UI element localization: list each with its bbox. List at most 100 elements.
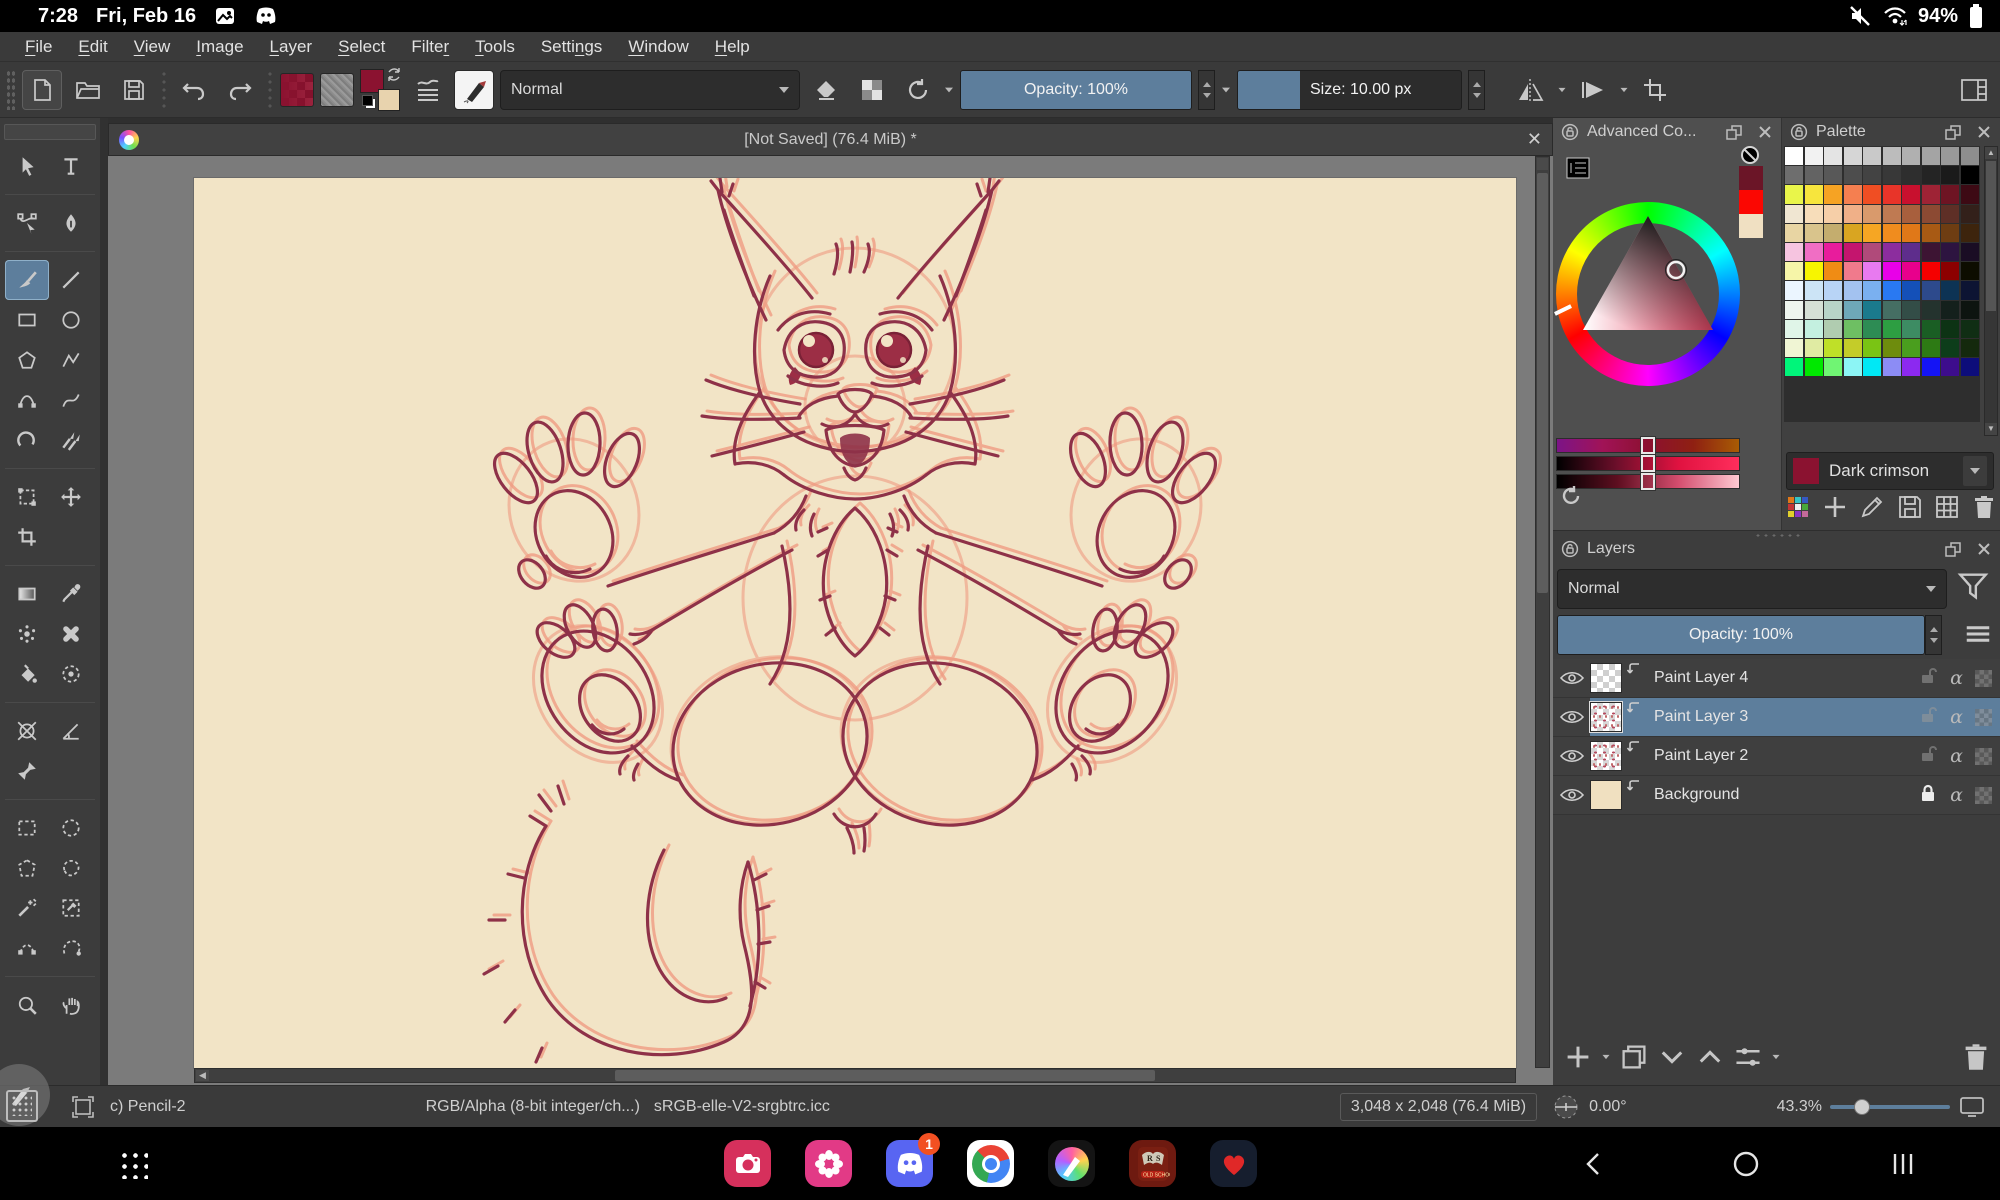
- toolbar-drag-handle[interactable]: [6, 70, 16, 110]
- close-docker-icon[interactable]: [1976, 124, 1992, 140]
- nav-recents-button[interactable]: [1886, 1147, 1920, 1181]
- tool-assistants[interactable]: [5, 711, 49, 751]
- document-titlebar[interactable]: [Not Saved] (76.4 MiB) * ✕: [108, 123, 1553, 156]
- palette-swatch[interactable]: [1863, 185, 1881, 203]
- nav-home-button[interactable]: [1729, 1147, 1763, 1181]
- duplicate-layer-icon[interactable]: [1619, 1042, 1649, 1072]
- mirror-horizontal-button[interactable]: [1511, 70, 1551, 110]
- chevron-down-icon[interactable]: [1603, 1055, 1610, 1059]
- palette-swatch[interactable]: [1902, 262, 1920, 280]
- palette-swatch[interactable]: [1863, 147, 1881, 165]
- layer-visibility-toggle[interactable]: [1553, 747, 1590, 765]
- palette-swatch[interactable]: [1883, 243, 1901, 261]
- color-wheel[interactable]: [1556, 202, 1740, 386]
- palette-swatch[interactable]: [1785, 205, 1803, 223]
- palette-swatch[interactable]: [1805, 243, 1823, 261]
- menu-filter[interactable]: Filter: [398, 37, 462, 57]
- palette-swatch[interactable]: [1785, 243, 1803, 261]
- delete-layer-icon[interactable]: [1962, 1042, 1990, 1072]
- pattern-chooser[interactable]: [320, 73, 354, 107]
- palette-swatch[interactable]: [1902, 301, 1920, 319]
- close-docker-icon[interactable]: [1757, 124, 1773, 140]
- color-mode[interactable]: RGB/Alpha (8-bit integer/ch...): [426, 1098, 640, 1116]
- palette-swatch[interactable]: [1941, 320, 1959, 338]
- brush-preset-button[interactable]: [454, 70, 494, 110]
- no-color-icon[interactable]: [1739, 144, 1761, 166]
- palette-swatch[interactable]: [1863, 301, 1881, 319]
- brush-size-slider[interactable]: Size: 10.00 px: [1237, 70, 1462, 110]
- palette-swatch[interactable]: [1941, 205, 1959, 223]
- palette-swatch[interactable]: [1805, 320, 1823, 338]
- shade-selector-strips[interactable]: [1556, 438, 1740, 492]
- palette-swatch[interactable]: [1805, 205, 1823, 223]
- layer-properties-icon[interactable]: [1733, 1042, 1763, 1072]
- color-profile[interactable]: sRGB-elle-V2-srgbtrc.icc: [654, 1098, 830, 1116]
- toolbox-drag-header[interactable]: [4, 124, 96, 140]
- palette-swatch[interactable]: [1961, 339, 1979, 357]
- tool-bezier-curve[interactable]: [5, 380, 49, 420]
- menu-tools[interactable]: Tools: [462, 37, 528, 57]
- opacity-slider[interactable]: Opacity: 100%: [960, 70, 1192, 110]
- chevron-down-icon[interactable]: [1773, 1055, 1780, 1059]
- float-docker-icon[interactable]: [1944, 540, 1962, 558]
- palette-swatch[interactable]: [1824, 339, 1842, 357]
- size-spinner[interactable]: [1468, 70, 1485, 110]
- tool-reference-images[interactable]: [5, 751, 49, 791]
- palette-swatch[interactable]: [1922, 320, 1940, 338]
- palette-swatch[interactable]: [1902, 281, 1920, 299]
- app-gallery[interactable]: [805, 1140, 852, 1187]
- float-docker-icon[interactable]: [1725, 123, 1743, 141]
- shade-strip[interactable]: [1556, 456, 1740, 471]
- palette-swatch[interactable]: [1922, 205, 1940, 223]
- tool-pan[interactable]: [49, 985, 93, 1025]
- palette-swatch[interactable]: [1805, 262, 1823, 280]
- palette-swatch[interactable]: [1824, 281, 1842, 299]
- palette-swatch[interactable]: [1922, 147, 1940, 165]
- tool-freehand-path[interactable]: [49, 380, 93, 420]
- selector-settings-icon[interactable]: [1565, 156, 1591, 180]
- palette-swatch[interactable]: [1922, 166, 1940, 184]
- redo-button[interactable]: [220, 70, 260, 110]
- menu-window[interactable]: Window: [615, 37, 701, 57]
- palette-swatch[interactable]: [1883, 301, 1901, 319]
- tool-move[interactable]: [49, 477, 93, 517]
- palette-swatch[interactable]: [1785, 358, 1803, 376]
- palette-swatch[interactable]: [1785, 147, 1803, 165]
- menu-image[interactable]: Image: [183, 37, 256, 57]
- image-dimensions[interactable]: 3,048 x 2,048 (76.4 MiB): [1340, 1093, 1537, 1121]
- brush-preset-name[interactable]: c) Pencil-2: [110, 1098, 186, 1116]
- brush-blend-mode-select[interactable]: Normal: [500, 70, 800, 110]
- palette-swatch[interactable]: [1805, 147, 1823, 165]
- palette-swatch[interactable]: [1922, 301, 1940, 319]
- layer-unlocked-icon[interactable]: [1918, 666, 1938, 691]
- palette-swatch[interactable]: [1863, 358, 1881, 376]
- layer-filter-icon[interactable]: [1956, 569, 1990, 603]
- swap-colors-icon[interactable]: [386, 67, 402, 83]
- tool-text[interactable]: [49, 146, 93, 186]
- tool-dynamic-brush[interactable]: [5, 420, 49, 460]
- layer-blend-mode-select[interactable]: Normal: [1557, 569, 1947, 609]
- palette-swatch[interactable]: [1805, 166, 1823, 184]
- palette-swatch[interactable]: [1805, 281, 1823, 299]
- palette-swatch[interactable]: [1941, 339, 1959, 357]
- chevron-down-icon[interactable]: [945, 87, 953, 92]
- palette-swatch[interactable]: [1961, 262, 1979, 280]
- alpha-lock-icon[interactable]: α: [1950, 784, 1963, 806]
- layer-unlocked-icon[interactable]: [1918, 705, 1938, 730]
- app-hearts[interactable]: [1210, 1140, 1257, 1187]
- tool-fill[interactable]: [5, 654, 49, 694]
- lock-docker-icon[interactable]: [1561, 540, 1579, 558]
- menu-select[interactable]: Select: [325, 37, 398, 57]
- menu-layer[interactable]: Layer: [257, 37, 326, 57]
- app-discord[interactable]: 1: [886, 1140, 933, 1187]
- app-drawer-button[interactable]: [118, 1149, 148, 1179]
- palette-swatch[interactable]: [1844, 339, 1862, 357]
- lock-docker-icon[interactable]: [1790, 123, 1808, 141]
- palette-swatch[interactable]: [1941, 281, 1959, 299]
- new-document-button[interactable]: [22, 70, 62, 110]
- palette-swatch[interactable]: [1785, 185, 1803, 203]
- palette-grid[interactable]: [1784, 146, 1980, 377]
- tool-bezier-select[interactable]: [5, 928, 49, 968]
- palette-swatch[interactable]: [1961, 166, 1979, 184]
- wrap-around-mode-button[interactable]: [1573, 70, 1613, 110]
